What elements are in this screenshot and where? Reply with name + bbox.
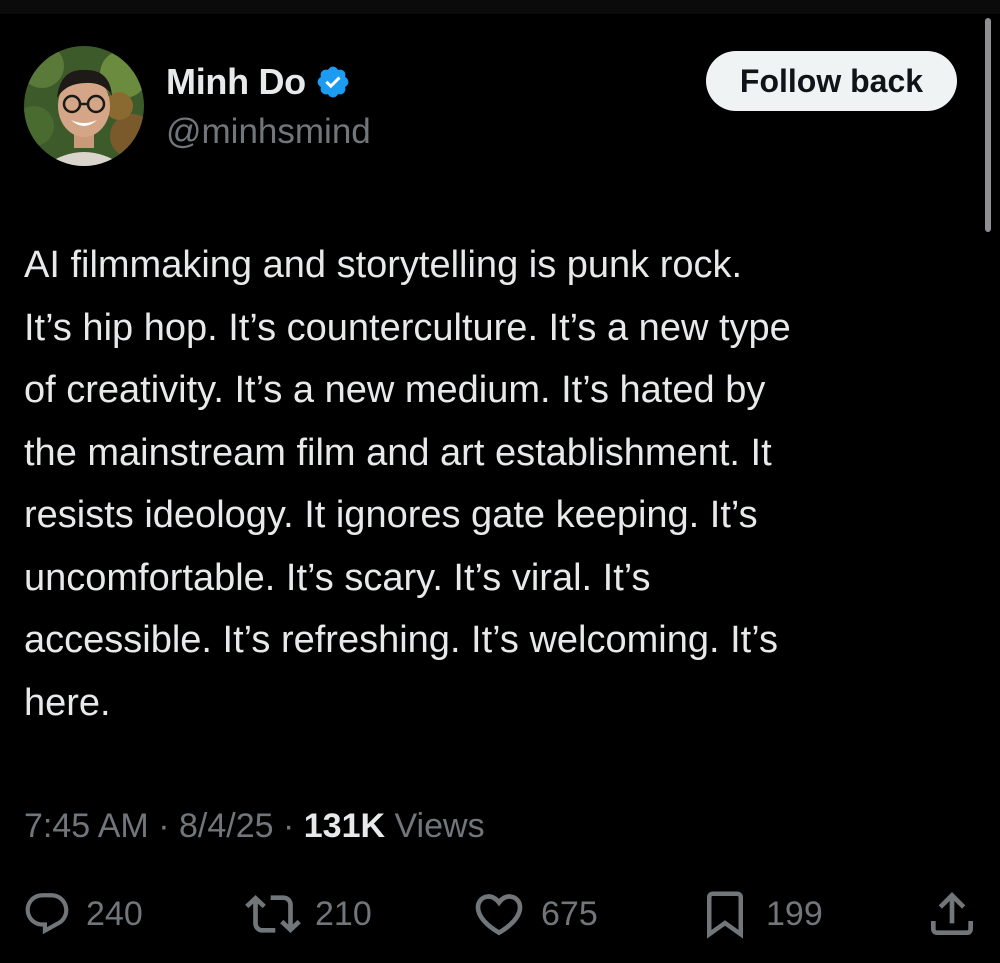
share-icon xyxy=(924,886,980,942)
meta-separator: · xyxy=(282,807,295,845)
scrollbar[interactable] xyxy=(985,18,991,232)
verified-badge-icon[interactable] xyxy=(315,64,351,100)
display-name[interactable]: Minh Do xyxy=(166,61,306,103)
action-bar: 240 210 675 199 xyxy=(0,884,1000,944)
name-row: Minh Do xyxy=(166,58,351,106)
tweet-line: resists ideology. It ignores gate keepin… xyxy=(24,494,758,536)
reply-button[interactable]: 240 xyxy=(22,884,143,944)
tweet-text: AI filmmaking and storytelling is punk r… xyxy=(24,234,982,734)
meta-separator: · xyxy=(158,807,170,845)
reply-icon xyxy=(22,889,72,939)
tweet-line: of creativity. It’s a new medium. It’s h… xyxy=(24,369,766,411)
follow-back-button[interactable]: Follow back xyxy=(706,51,957,111)
top-bar xyxy=(0,0,1000,14)
views-count: 131K xyxy=(303,807,386,845)
bookmark-count: 199 xyxy=(766,894,823,933)
avatar[interactable] xyxy=(24,46,144,166)
views-label: Views xyxy=(394,807,485,845)
like-button[interactable]: 675 xyxy=(471,884,598,944)
repost-icon xyxy=(245,886,301,942)
bookmark-button[interactable]: 199 xyxy=(698,884,823,944)
reply-count: 240 xyxy=(86,894,143,933)
tweet-line: AI filmmaking and storytelling is punk r… xyxy=(24,244,743,286)
tweet-line: It’s hip hop. It’s counterculture. It’s … xyxy=(24,306,791,349)
heart-icon xyxy=(471,886,527,942)
bookmark-icon xyxy=(698,886,752,942)
tweet-line: the mainstream film and art establishmen… xyxy=(24,431,772,474)
repost-button[interactable]: 210 xyxy=(245,884,372,944)
tweet-line: accessible. It’s refreshing. It’s welcom… xyxy=(24,619,778,661)
tweet-time[interactable]: 7:45 AM xyxy=(24,807,149,845)
tweet-date[interactable]: 8/4/25 xyxy=(179,807,274,845)
like-count: 675 xyxy=(541,894,598,933)
user-handle[interactable]: @minhsmind xyxy=(166,108,371,156)
share-button[interactable] xyxy=(924,884,980,944)
tweet-meta: 7:45 AM · 8/4/25 · 131K Views xyxy=(24,803,485,849)
repost-count: 210 xyxy=(315,894,372,933)
tweet-line: here. xyxy=(24,681,111,724)
tweet-line: uncomfortable. It’s scary. It’s viral. I… xyxy=(24,556,651,599)
